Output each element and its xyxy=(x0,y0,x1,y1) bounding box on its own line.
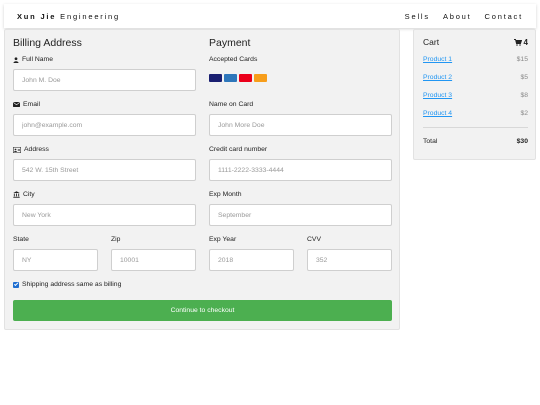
card-number-label: Credit card number xyxy=(209,146,268,153)
zip-label: Zip xyxy=(111,236,121,243)
nav-link-sells[interactable]: Sells xyxy=(405,12,430,21)
amex-icon xyxy=(224,74,237,82)
name-on-card-label: Name on Card xyxy=(209,101,254,108)
envelope-icon xyxy=(13,102,20,107)
address-input[interactable] xyxy=(13,159,196,181)
shipping-same-label: Shipping address same as billing xyxy=(22,281,122,288)
cvv-label: CVV xyxy=(307,236,321,243)
full-name-input[interactable] xyxy=(13,69,196,91)
card-number-input[interactable] xyxy=(209,159,392,181)
exp-month-label: Exp Month xyxy=(209,191,242,198)
top-navbar: Xun Jie Engineering Sells About Contact xyxy=(4,4,536,28)
billing-heading: Billing Address xyxy=(13,37,82,49)
address-card-icon xyxy=(13,146,21,153)
checkout-form: Billing Address Full Name Email Address … xyxy=(4,29,400,330)
exp-year-label: Exp Year xyxy=(209,236,237,243)
cart-item-link[interactable]: Product 3 xyxy=(423,92,452,99)
cart-divider xyxy=(423,127,528,128)
shipping-same-row[interactable]: Shipping address same as billing xyxy=(13,281,121,288)
email-input[interactable] xyxy=(13,114,196,136)
email-label: Email xyxy=(13,101,40,108)
discover-icon xyxy=(254,74,267,82)
cart-item-price: $15 xyxy=(516,56,528,63)
cart-total-label: Total xyxy=(423,138,438,145)
visa-icon xyxy=(209,74,222,82)
continue-to-checkout-button[interactable]: Continue to checkout xyxy=(13,300,392,321)
city-input[interactable] xyxy=(13,204,196,226)
shopping-cart-icon xyxy=(513,38,522,46)
cart-item: Product 1 $15 xyxy=(423,56,528,63)
cart-count-badge: 4 xyxy=(513,37,528,47)
cart-item: Product 4 $2 xyxy=(423,110,528,117)
state-input[interactable] xyxy=(13,249,98,271)
cart-header: Cart 4 xyxy=(423,37,528,47)
cvv-input[interactable] xyxy=(307,249,392,271)
accepted-cards-label: Accepted Cards xyxy=(209,56,258,63)
name-on-card-input[interactable] xyxy=(209,114,392,136)
city-label: City xyxy=(13,191,35,198)
brand-name-bold: Xun Jie xyxy=(17,11,57,21)
brand-logo[interactable]: Xun Jie Engineering xyxy=(17,12,120,21)
cart-panel: Cart 4 Product 1 $15 Product 2 $5 Produc… xyxy=(413,29,536,160)
mastercard-icon xyxy=(239,74,252,82)
cart-item-price: $8 xyxy=(520,92,528,99)
shipping-same-checkbox[interactable] xyxy=(13,281,19,288)
payment-heading: Payment xyxy=(209,37,251,49)
exp-year-input[interactable] xyxy=(209,249,294,271)
user-icon xyxy=(13,56,19,63)
accepted-cards xyxy=(209,74,267,82)
exp-month-input[interactable] xyxy=(209,204,392,226)
institution-icon xyxy=(13,191,20,198)
full-name-label: Full Name xyxy=(13,56,53,63)
address-label: Address xyxy=(13,146,49,153)
cart-total-row: Total $30 xyxy=(423,138,528,145)
zip-input[interactable] xyxy=(111,249,196,271)
state-label: State xyxy=(13,236,29,243)
cart-item: Product 3 $8 xyxy=(423,92,528,99)
cart-item-link[interactable]: Product 2 xyxy=(423,74,452,81)
nav-link-about[interactable]: About xyxy=(443,12,472,21)
cart-count: 4 xyxy=(523,37,528,47)
cart-item: Product 2 $5 xyxy=(423,74,528,81)
cart-title: Cart xyxy=(423,37,440,47)
cart-total-value: $30 xyxy=(516,138,528,145)
nav-link-contact[interactable]: Contact xyxy=(485,12,523,21)
cart-item-price: $5 xyxy=(520,74,528,81)
brand-name-rest: Engineering xyxy=(60,11,121,21)
cart-item-price: $2 xyxy=(520,110,528,117)
nav-links: Sells About Contact xyxy=(392,12,523,21)
cart-item-link[interactable]: Product 1 xyxy=(423,56,452,63)
cart-item-link[interactable]: Product 4 xyxy=(423,110,452,117)
